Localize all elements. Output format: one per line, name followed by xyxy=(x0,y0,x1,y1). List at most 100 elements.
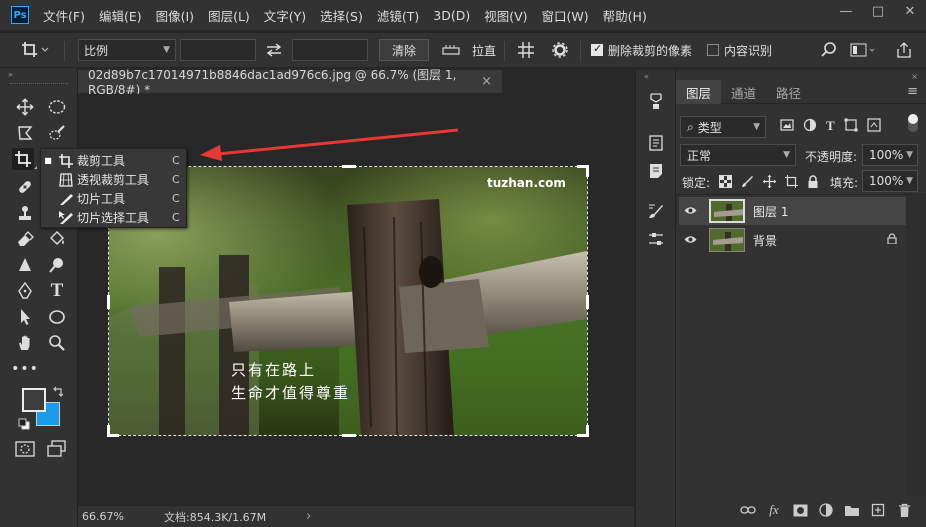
ratio-select[interactable]: 比例 ▼ xyxy=(78,39,176,61)
type-tool-icon[interactable]: T xyxy=(46,280,68,302)
search-icon[interactable] xyxy=(820,39,838,61)
quick-mask-icon[interactable] xyxy=(14,438,36,460)
crop-handle-left[interactable] xyxy=(107,295,110,309)
blend-mode-select[interactable]: 正常 ▼ xyxy=(680,144,796,166)
pen-tool-icon[interactable] xyxy=(14,280,36,302)
gear-icon[interactable] xyxy=(551,39,569,61)
screen-mode-icon[interactable] xyxy=(46,438,68,460)
filter-smart-object-icon[interactable] xyxy=(867,118,881,135)
clone-stamp-tool-icon[interactable] xyxy=(14,202,36,224)
history-panel-icon[interactable] xyxy=(645,90,667,112)
layer-row-background[interactable]: 背景 xyxy=(679,226,907,254)
filter-shape-icon[interactable] xyxy=(844,118,858,135)
menu-image[interactable]: 图像(I) xyxy=(156,6,194,25)
zoom-level[interactable]: 66.67% xyxy=(82,510,144,523)
collapse-icon[interactable]: « xyxy=(644,72,649,81)
crop-handle-bottom-left[interactable] xyxy=(107,425,119,437)
visibility-eye-icon[interactable] xyxy=(679,204,701,218)
lasso-tool-icon[interactable] xyxy=(14,122,36,144)
menu-type[interactable]: 文字(Y) xyxy=(264,6,306,25)
marquee-tool-icon[interactable] xyxy=(46,96,68,118)
eraser-tool-icon[interactable] xyxy=(14,228,36,250)
flyout-item-perspective-crop[interactable]: 透视裁剪工具 C xyxy=(41,170,188,189)
swap-colors-icon[interactable] xyxy=(52,386,64,401)
delete-layer-icon[interactable] xyxy=(896,502,912,518)
ratio-width-field[interactable] xyxy=(180,39,256,61)
crop-handle-bottom[interactable] xyxy=(342,434,356,437)
ratio-height-field[interactable] xyxy=(292,39,368,61)
crop-handle-right[interactable] xyxy=(586,295,589,309)
layers-scrollbar[interactable] xyxy=(906,196,926,496)
layer-filter-select[interactable]: ⌕ 类型 ▼ xyxy=(680,116,766,138)
filter-pixel-icon[interactable] xyxy=(780,118,794,135)
lock-transparency-icon[interactable] xyxy=(719,175,732,191)
clear-button[interactable]: 清除 xyxy=(379,39,430,61)
new-layer-icon[interactable] xyxy=(870,502,886,518)
close-tab-icon[interactable]: × xyxy=(481,74,492,89)
share-icon[interactable] xyxy=(895,39,913,61)
flyout-item-crop[interactable]: ■ 裁剪工具 C xyxy=(41,151,188,170)
grid-overlay-icon[interactable] xyxy=(517,39,535,61)
collapse-icon[interactable]: » xyxy=(8,70,13,79)
tab-paths[interactable]: 路径 xyxy=(766,80,811,104)
ellipse-tool-icon[interactable] xyxy=(46,306,68,328)
tab-layers[interactable]: 图层 xyxy=(676,80,722,104)
crop-handle-top[interactable] xyxy=(342,165,356,168)
path-selection-tool-icon[interactable] xyxy=(14,306,36,328)
lock-position-icon[interactable] xyxy=(763,175,776,191)
hand-tool-icon[interactable] xyxy=(14,332,36,354)
menu-filter[interactable]: 滤镜(T) xyxy=(377,6,419,25)
opacity-field[interactable]: 100% ▼ xyxy=(862,144,918,166)
new-adjustment-layer-icon[interactable] xyxy=(818,502,834,518)
fill-field[interactable]: 100% ▼ xyxy=(862,170,918,192)
maximize-button[interactable]: □ xyxy=(862,0,894,22)
lock-pixels-icon[interactable] xyxy=(741,175,754,191)
panel-grip[interactable] xyxy=(10,83,68,85)
menu-layer[interactable]: 图层(L) xyxy=(208,6,250,25)
layer-row-layer-1[interactable]: 图层 1 xyxy=(679,197,907,225)
lock-artboard-icon[interactable] xyxy=(785,175,798,191)
crop-preset-icon[interactable] xyxy=(20,39,50,61)
content-aware-checkbox[interactable]: 内容识别 xyxy=(707,39,772,61)
more-tools-icon[interactable]: ••• xyxy=(11,358,38,380)
adjustments-icon[interactable] xyxy=(645,228,667,250)
minimize-button[interactable]: — xyxy=(830,0,862,22)
filter-adjustment-icon[interactable] xyxy=(803,118,817,135)
add-mask-icon[interactable] xyxy=(792,502,808,518)
default-colors-icon[interactable] xyxy=(18,418,30,433)
delete-cropped-pixels-checkbox[interactable]: 删除裁剪的像素 xyxy=(591,39,692,61)
straighten-icon[interactable] xyxy=(441,39,461,61)
filter-toggle[interactable] xyxy=(908,114,918,132)
foreground-color-swatch-top[interactable] xyxy=(22,388,46,412)
paint-bucket-tool-icon[interactable] xyxy=(46,228,68,250)
swap-icon[interactable] xyxy=(264,39,284,61)
blur-tool-icon[interactable] xyxy=(14,254,36,276)
crop-handle-bottom-right[interactable] xyxy=(577,425,589,437)
panel-menu-icon[interactable]: ≡ xyxy=(907,80,918,103)
crop-handle-top-right[interactable] xyxy=(577,165,589,177)
notes-panel-icon[interactable] xyxy=(645,160,667,182)
zoom-tool-icon[interactable] xyxy=(46,332,68,354)
crop-tool-icon[interactable] xyxy=(12,148,34,170)
visibility-eye-icon[interactable] xyxy=(679,233,701,247)
close-button[interactable]: ✕ xyxy=(894,0,926,22)
link-layers-icon[interactable] xyxy=(740,502,756,518)
workspace-icon[interactable] xyxy=(850,39,876,61)
straighten-label[interactable]: 拉直 xyxy=(472,39,496,61)
move-tool-icon[interactable] xyxy=(14,96,36,118)
healing-brush-tool-icon[interactable] xyxy=(14,176,36,198)
filter-type-icon[interactable]: T xyxy=(826,118,835,135)
flyout-item-slice-select[interactable]: 切片选择工具 C xyxy=(41,208,188,227)
status-menu-arrow[interactable]: › xyxy=(306,509,311,524)
menu-3d[interactable]: 3D(D) xyxy=(433,8,470,23)
properties-panel-icon[interactable] xyxy=(645,132,667,154)
tab-channels[interactable]: 通道 xyxy=(721,80,766,104)
menu-view[interactable]: 视图(V) xyxy=(484,6,527,25)
flyout-item-slice[interactable]: 切片工具 C xyxy=(41,189,188,208)
dodge-tool-icon[interactable] xyxy=(46,254,68,276)
menu-edit[interactable]: 编辑(E) xyxy=(99,6,142,25)
document-tab[interactable]: 02d89b7c17014971b8846dac1ad976c6.jpg @ 6… xyxy=(78,68,502,97)
new-group-icon[interactable] xyxy=(844,502,860,518)
menu-window[interactable]: 窗口(W) xyxy=(542,6,589,25)
menu-help[interactable]: 帮助(H) xyxy=(603,6,647,25)
